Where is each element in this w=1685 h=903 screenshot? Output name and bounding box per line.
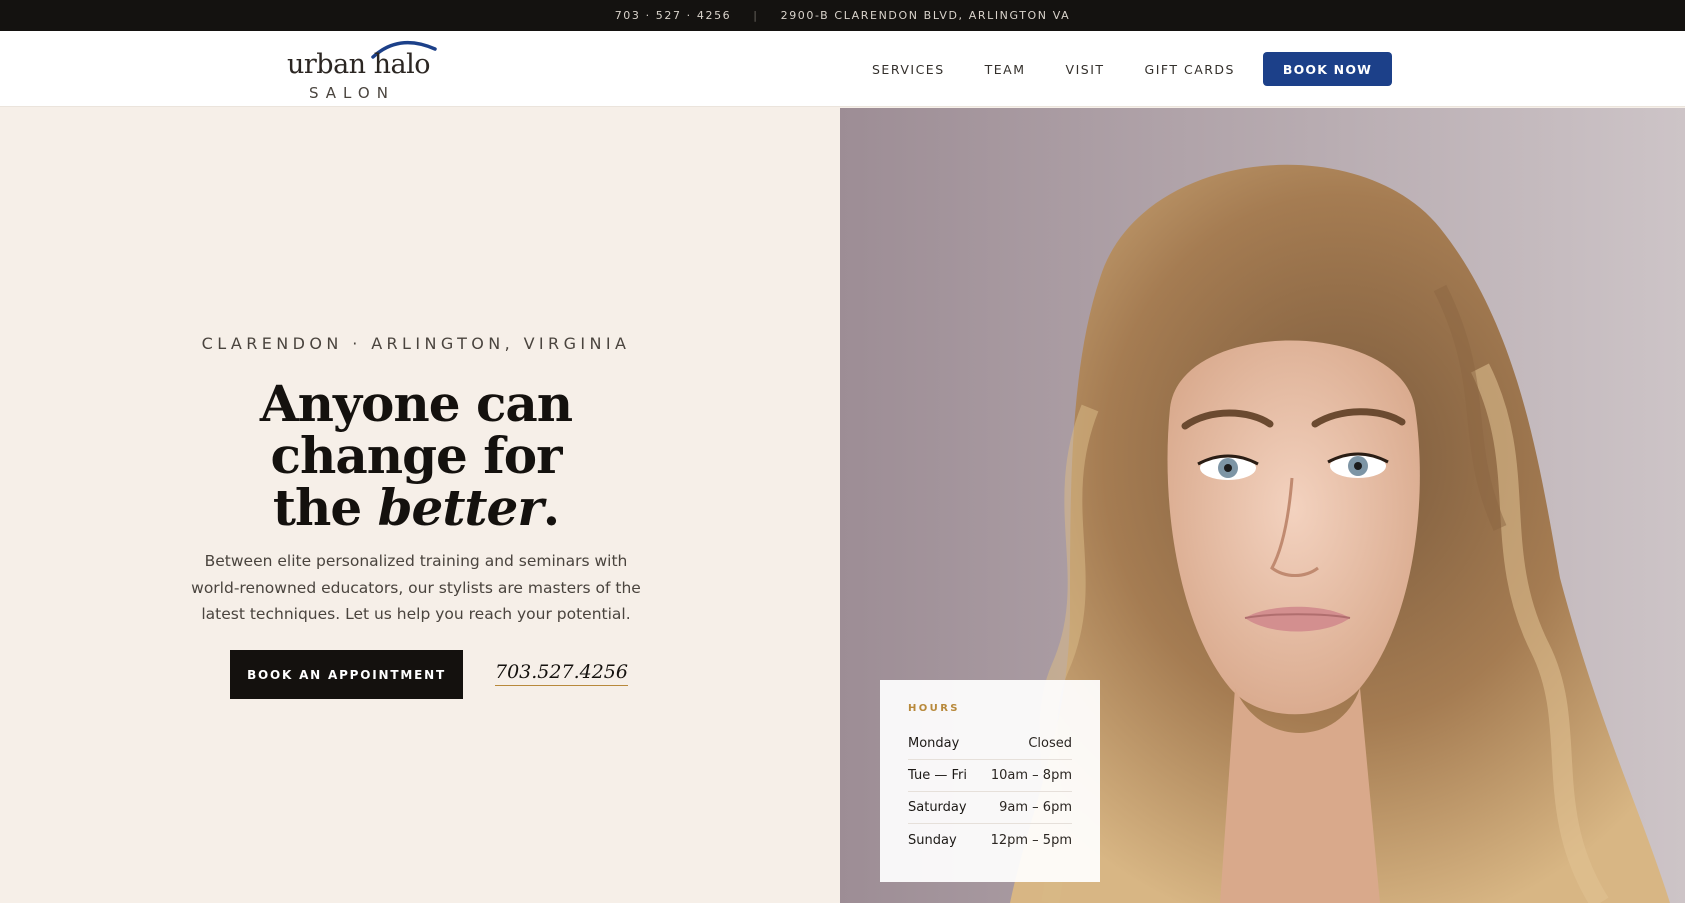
hours-row: Saturday 9am – 6pm: [908, 792, 1072, 824]
logo-subtitle: SALON: [309, 84, 395, 102]
hero-text-panel: CLARENDON · ARLINGTON, VIRGINIA Anyone c…: [0, 108, 840, 903]
hours-day: Sunday: [908, 832, 957, 848]
site-header: urban halo SALON SERVICES TEAM VISIT GIF…: [0, 31, 1685, 107]
hours-card: HOURS Monday Closed Tue — Fri 10am – 8pm…: [880, 680, 1100, 882]
main-nav: SERVICES TEAM VISIT GIFT CARDS: [872, 31, 1275, 107]
hero-eyebrow: CLARENDON · ARLINGTON, VIRGINIA: [201, 334, 631, 353]
headline-emphasis: better: [377, 478, 544, 537]
topbar-address[interactable]: 2900-B CLARENDON BLVD, ARLINGTON VA: [781, 9, 1071, 22]
topbar-phone[interactable]: 703 · 527 · 4256: [615, 9, 732, 22]
hero-description: Between elite personalized training and …: [191, 552, 641, 623]
hero-headline: Anyone can change for the better.: [0, 378, 832, 534]
hours-time: Closed: [1028, 736, 1072, 751]
nav-visit[interactable]: VISIT: [1066, 62, 1105, 77]
logo-wordmark: urban halo: [287, 49, 431, 80]
hours-time: 12pm – 5pm: [990, 832, 1072, 848]
hours-time: 10am – 8pm: [990, 768, 1072, 783]
hours-time: 9am – 6pm: [999, 800, 1072, 815]
headline-line-3-prefix: the: [272, 478, 378, 537]
headline-line-2: change for: [270, 426, 563, 485]
book-now-button[interactable]: BOOK NOW: [1263, 52, 1392, 86]
headline-line-3-suffix: .: [542, 478, 560, 537]
hours-row: Sunday 12pm – 5pm: [908, 824, 1072, 856]
hours-label: HOURS: [908, 703, 960, 714]
hours-day: Monday: [908, 736, 960, 751]
nav-team[interactable]: TEAM: [985, 62, 1026, 77]
hours-day: Tue — Fri: [908, 768, 967, 783]
nav-services[interactable]: SERVICES: [872, 62, 945, 77]
hours-row: Monday Closed: [908, 728, 1072, 760]
top-info-bar: 703 · 527 · 4256 | 2900-B CLARENDON BLVD…: [0, 0, 1685, 31]
nav-gift-cards[interactable]: GIFT CARDS: [1145, 62, 1235, 77]
logo[interactable]: urban halo SALON: [287, 37, 437, 103]
headline-line-1: Anyone can: [259, 374, 573, 433]
topbar-separator: |: [753, 9, 759, 22]
book-appointment-button[interactable]: BOOK AN APPOINTMENT: [230, 650, 463, 699]
hours-row: Tue — Fri 10am – 8pm: [908, 760, 1072, 792]
hours-day: Saturday: [908, 800, 967, 815]
phone-link[interactable]: 703.527.4256: [495, 661, 628, 686]
